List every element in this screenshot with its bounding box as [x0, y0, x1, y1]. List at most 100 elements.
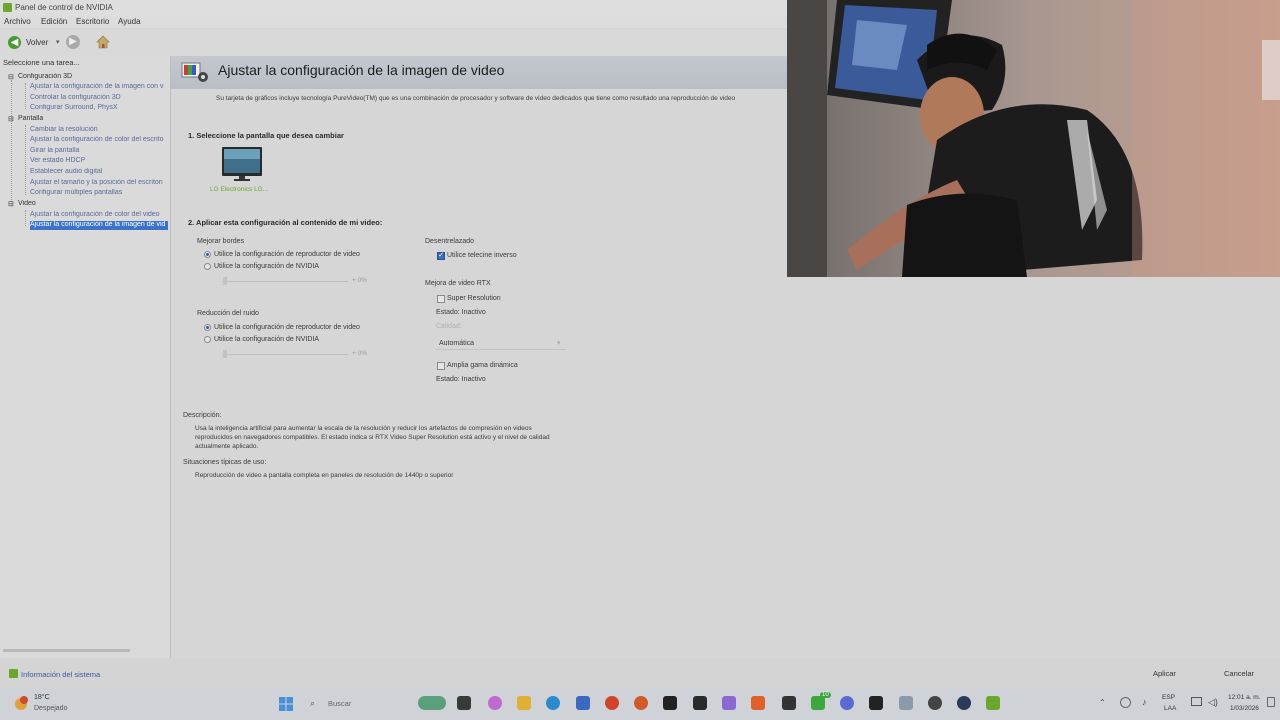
capcut-icon[interactable] [693, 696, 707, 710]
obs-icon[interactable] [928, 696, 942, 710]
sidebar-item-size-position[interactable]: Ajustar el tamaño y la posición del escr… [30, 179, 168, 186]
sidebar-item-3d-image[interactable]: Ajustar la configuración de la imagen co… [30, 83, 168, 90]
edge-browser-icon[interactable] [546, 696, 560, 710]
webcam-overlay [787, 0, 1280, 277]
tree-expand-icon[interactable]: ⊟ [8, 115, 14, 123]
noise-player-label[interactable]: Utilice la configuración de reproductor … [214, 324, 360, 331]
task-view-icon[interactable] [457, 696, 471, 710]
edge-slider-thumb[interactable] [223, 277, 227, 285]
monitor-label[interactable]: LG Electronics LG... [210, 186, 268, 193]
monitor-tray-icon[interactable] [1191, 697, 1202, 706]
search-box[interactable]: Buscar [328, 699, 351, 708]
sidebar-item-3d-control[interactable]: Controlar la configuración 3D [30, 94, 168, 101]
keyboard-layout[interactable]: LAA [1164, 705, 1176, 712]
app-icon[interactable] [722, 696, 736, 710]
search-icon[interactable]: ⌕ [310, 698, 315, 709]
menu-escritorio[interactable]: Escritorio [76, 17, 109, 26]
clock-time[interactable]: 12:01 a. m. [1228, 694, 1261, 701]
forward-arrow-icon[interactable]: ▶ [66, 35, 80, 49]
language-code[interactable]: ESP [1162, 694, 1175, 701]
sidebar-item-hdcp[interactable]: Ver estado HDCP [30, 157, 168, 164]
system-info-link[interactable]: Información del sistema [21, 670, 100, 679]
chevron-down-icon[interactable]: ▾ [557, 339, 561, 347]
back-arrow-icon[interactable]: ◀ [8, 36, 21, 49]
tray-icon[interactable] [1120, 697, 1131, 708]
sidebar-cat-pantalla[interactable]: Pantalla [18, 115, 43, 122]
edge-player-radio[interactable] [204, 251, 211, 258]
windows-start-icon[interactable] [279, 697, 293, 711]
tree-expand-icon[interactable]: ⊟ [8, 73, 14, 81]
window-titlebar: Panel de control de NVIDIA [0, 0, 787, 16]
noise-player-radio[interactable] [204, 324, 211, 331]
menu-edicion[interactable]: Edición [41, 17, 67, 26]
file-explorer-icon[interactable] [517, 696, 531, 710]
tree-expand-icon[interactable]: ⊟ [8, 200, 14, 208]
super-resolution-checkbox[interactable] [437, 295, 445, 303]
description-label: Descripción: [183, 412, 222, 419]
hdr-checkbox[interactable] [437, 362, 445, 370]
discord-icon[interactable] [840, 696, 854, 710]
super-resolution-state: Estado: Inactivo [436, 309, 486, 316]
home-icon[interactable] [96, 35, 110, 49]
noise-slider-track[interactable] [222, 354, 348, 355]
sidebar-item-video-image[interactable]: Ajustar la configuración de la imagen de… [30, 221, 168, 230]
telecine-checkbox[interactable]: ✓ [437, 252, 445, 260]
brave-icon[interactable] [634, 696, 648, 710]
weather-icon[interactable] [12, 694, 30, 712]
mic-icon[interactable]: ♪ [1142, 697, 1147, 707]
cancel-button[interactable]: Cancelar [1224, 669, 1254, 678]
sidebar-item-multi-display[interactable]: Configurar múltiples pantallas [30, 189, 168, 196]
camera-icon[interactable] [899, 696, 913, 710]
menu-archivo[interactable]: Archivo [4, 17, 31, 26]
edge-title: Mejorar bordes [197, 238, 245, 245]
sidebar-item-rotate[interactable]: Girar la pantalla [30, 147, 168, 154]
edge-nvidia-radio[interactable] [204, 263, 211, 270]
chrome-icon[interactable] [605, 696, 619, 710]
copilot-icon[interactable] [418, 696, 446, 710]
apply-button[interactable]: Aplicar [1153, 669, 1176, 678]
noise-slider-thumb[interactable] [223, 350, 227, 358]
hdr-label[interactable]: Amplia gama dinámica [447, 362, 518, 369]
sidebar-scrollbar[interactable] [3, 649, 130, 652]
chevron-up-icon[interactable]: ⌃ [1099, 698, 1106, 707]
telecine-label[interactable]: Utilice telecine inverso [447, 252, 517, 259]
epic-games-icon[interactable] [663, 696, 677, 710]
tiktok-icon[interactable] [869, 696, 883, 710]
monitor-icon[interactable] [220, 146, 264, 182]
edge-slider-track[interactable] [222, 281, 348, 282]
menu-ayuda[interactable]: Ayuda [118, 17, 141, 26]
noise-nvidia-label[interactable]: Utilice la configuración de NVIDIA [214, 336, 319, 343]
back-button[interactable]: Volver [26, 38, 48, 47]
clock-date[interactable]: 1/03/2026 [1230, 705, 1259, 712]
volume-icon[interactable]: ◁) [1208, 697, 1218, 708]
noise-nvidia-radio[interactable] [204, 336, 211, 343]
sidebar-item-video-color[interactable]: Ajustar la configuración de color del vi… [30, 211, 168, 218]
description-text: Usa la inteligencia artificial para aume… [195, 425, 550, 450]
noise-title: Reducción del ruido [197, 310, 259, 317]
weather-temp[interactable]: 18°C [34, 694, 50, 701]
back-dropdown-icon[interactable]: ▾ [56, 38, 60, 46]
steam-icon[interactable] [957, 696, 971, 710]
nvidia-taskbar-icon[interactable] [986, 696, 1000, 710]
sidebar-item-audio[interactable]: Establecer audio digital [30, 168, 168, 175]
super-resolution-label[interactable]: Super Resolution [447, 295, 501, 302]
store-icon[interactable] [576, 696, 590, 710]
system-info-icon[interactable] [9, 669, 18, 678]
edge-nvidia-label[interactable]: Utilice la configuración de NVIDIA [214, 263, 319, 270]
widgets-icon[interactable] [488, 696, 502, 710]
noise-value: + 0% [352, 350, 367, 357]
xbox-icon[interactable] [811, 696, 825, 710]
sidebar-item-surround[interactable]: Configurar Surround, PhysX [30, 104, 168, 111]
notification-badge: 10 [820, 692, 831, 698]
sidebar-item-resolution[interactable]: Cambiar la resolución [30, 126, 168, 133]
sidebar-cat-3d[interactable]: Configuración 3D [18, 73, 72, 80]
brave-browser-icon[interactable] [751, 696, 765, 710]
terminal-icon[interactable] [782, 696, 796, 710]
sidebar-cat-video[interactable]: Video [18, 200, 36, 207]
sidebar-item-desktop-color[interactable]: Ajustar la configuración de color del es… [30, 136, 168, 143]
weather-desc[interactable]: Despejado [34, 705, 67, 712]
edge-player-label[interactable]: Utilice la configuración de reproductor … [214, 251, 360, 258]
step2-heading: 2. Aplicar esta configuración al conteni… [188, 218, 383, 227]
notifications-icon[interactable] [1267, 697, 1275, 707]
step1-heading: 1. Seleccione la pantalla que desea camb… [188, 131, 344, 140]
